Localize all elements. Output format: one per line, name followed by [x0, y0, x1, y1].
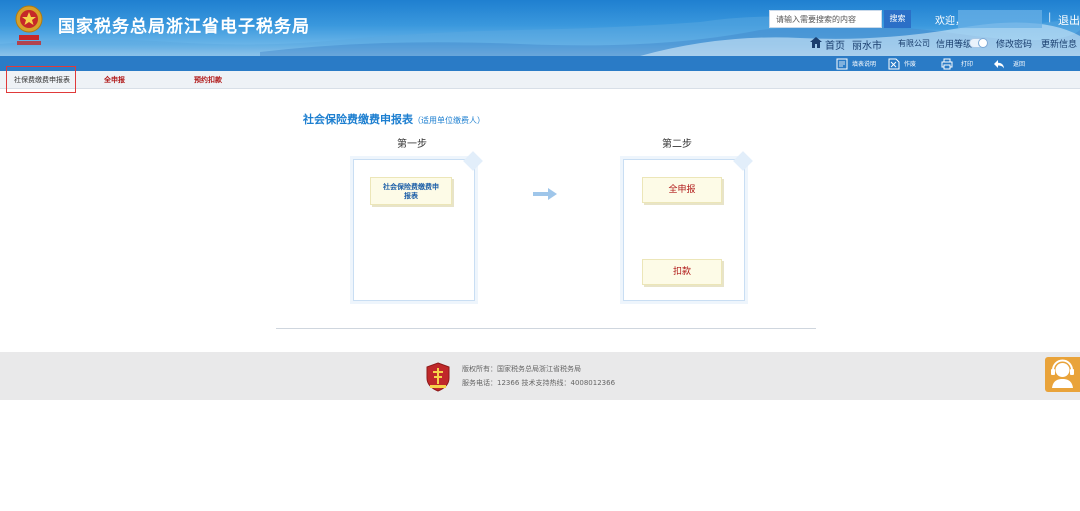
void-icon: [888, 58, 900, 69]
page-heading: 社会保险费缴费申报表（适用单位缴费人）: [303, 108, 485, 127]
tax-service-logo-icon: [426, 362, 450, 392]
void-button[interactable]: 作废: [888, 57, 916, 70]
app-root: 国家税务总局浙江省电子税务局 请输入需要搜索的内容 搜索 欢迎， | 退出 首页…: [0, 0, 1080, 511]
instructions-button[interactable]: 填表说明: [836, 57, 876, 70]
active-tab-highlight-box: [6, 66, 76, 93]
back-label: 返回: [1013, 61, 1026, 68]
nav-home-link[interactable]: 首页: [825, 37, 845, 52]
social-insurance-form-button[interactable]: 社会保险费缴费申报表: [370, 177, 452, 205]
print-label: 打印: [961, 61, 974, 68]
change-password-link[interactable]: 修改密码: [996, 37, 1032, 50]
back-arrow-icon: [994, 59, 1004, 68]
company-name: 有限公司: [898, 39, 930, 48]
toggle-knob: [978, 38, 988, 48]
nav-city-link[interactable]: 丽水市: [852, 37, 882, 52]
card-corner-fold: [733, 151, 753, 171]
back-button[interactable]: 返回: [993, 57, 1025, 70]
footer-hotline: 服务电话：12366 技术支持热线：4008012366: [462, 379, 616, 387]
instructions-label: 填表说明: [852, 61, 877, 68]
update-info-link[interactable]: 更新信息: [1041, 37, 1077, 50]
home-icon[interactable]: [810, 37, 822, 48]
card-corner-fold: [463, 151, 483, 171]
credit-level-toggle[interactable]: [969, 38, 989, 48]
void-label: 作废: [904, 61, 917, 68]
search-input[interactable]: 请输入需要搜索的内容: [769, 10, 882, 28]
step-two-card: 全申报 扣款: [623, 151, 753, 301]
page-heading-note: （适用单位缴费人）: [413, 116, 485, 125]
logout-link[interactable]: 退出: [1058, 12, 1080, 28]
footer-copyright: 版权所有：国家税务总局浙江省税务局: [462, 365, 581, 373]
print-button[interactable]: 打印: [941, 57, 973, 70]
step-one-label: 第一步: [397, 139, 427, 150]
print-icon: [941, 58, 953, 69]
content-divider: [276, 328, 816, 329]
deduct-payment-button[interactable]: 扣款: [642, 259, 722, 285]
action-toolbar: 填表说明 作废 打印 返回: [0, 56, 1080, 71]
site-header: 国家税务总局浙江省电子税务局 请输入需要搜索的内容 搜索 欢迎， | 退出 首页…: [0, 0, 1080, 56]
step-arrow-icon: [533, 188, 557, 200]
full-declaration-button[interactable]: 全申报: [642, 177, 722, 203]
step-one-card: 社会保险费缴费申报表: [353, 151, 483, 301]
social-insurance-form-button-label: 社会保险费缴费申报表: [383, 183, 439, 200]
customer-service-icon: [1051, 359, 1074, 388]
document-icon: [836, 58, 848, 69]
tab-scheduled-deduction[interactable]: 预约扣款: [194, 75, 222, 85]
tab-bar: 社保费缴费申报表 全申报 预约扣款: [0, 71, 1080, 89]
site-footer: 版权所有：国家税务总局浙江省税务局 服务电话：12366 技术支持热线：4008…: [0, 352, 1080, 400]
tab-full-declaration[interactable]: 全申报: [104, 75, 125, 85]
user-name-field: [958, 10, 1042, 28]
search-button[interactable]: 搜索: [884, 10, 911, 28]
credit-level-link[interactable]: 信用等级: [936, 37, 972, 50]
header-separator: |: [1048, 12, 1052, 23]
tax-bureau-emblem-icon: [15, 5, 43, 45]
step-two-label: 第二步: [662, 139, 692, 150]
page-heading-title: 社会保险费缴费申报表: [303, 113, 413, 126]
online-support-button[interactable]: [1045, 357, 1080, 392]
site-title: 国家税务总局浙江省电子税务局: [58, 17, 310, 37]
